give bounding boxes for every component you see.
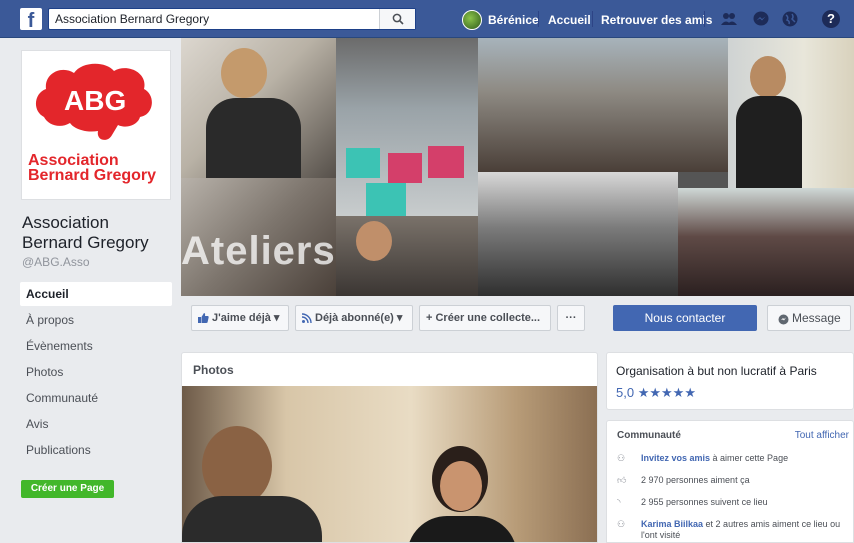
page-title[interactable]: Association Bernard Gregory bbox=[22, 213, 172, 253]
community-likes-row: 👍︎ 2 970 personnes aiment ça bbox=[617, 475, 853, 486]
page-info-card: Organisation à but non lucratif à Paris … bbox=[606, 352, 854, 410]
abg-logo: ABG Association Bernard Gregory bbox=[26, 55, 166, 195]
help-icon[interactable]: ? bbox=[822, 10, 840, 28]
people-icon: ⚇ bbox=[617, 519, 626, 529]
cover-person-figure bbox=[736, 96, 802, 188]
cover-tile-speaker bbox=[181, 38, 336, 178]
like-button[interactable]: J'aime déjà ▾ bbox=[191, 305, 289, 331]
avatar bbox=[462, 10, 482, 30]
cover-tile-woman bbox=[336, 216, 478, 296]
photo-person-man bbox=[202, 426, 272, 506]
follow-button-label: Déjà abonné(e) bbox=[315, 312, 394, 324]
cover-tile-lounge bbox=[336, 38, 478, 216]
community-title: Communauté bbox=[617, 430, 681, 441]
search-box bbox=[48, 8, 416, 30]
cover-person-figure bbox=[206, 98, 301, 178]
abg-wordmark-line-2: Bernard Gregory bbox=[28, 167, 157, 184]
photo-person-woman-face bbox=[440, 461, 482, 511]
sidebar-item-events[interactable]: Évènements bbox=[20, 334, 172, 358]
message-bubble-icon bbox=[778, 314, 789, 325]
search-input[interactable] bbox=[55, 11, 375, 27]
invite-rest-text: à aimer cette Page bbox=[710, 453, 789, 463]
notifications-globe-icon[interactable] bbox=[781, 10, 799, 28]
cover-tile-conference-room bbox=[478, 38, 728, 172]
cover-overlay-text: Ateliers bbox=[181, 229, 336, 273]
sidebar-item-home[interactable]: Accueil bbox=[20, 282, 172, 306]
top-navigation-bar: f Bérénice Accueil Retrouver des amis ? bbox=[0, 0, 854, 38]
page-profile-picture[interactable]: ABG Association Bernard Gregory bbox=[21, 50, 171, 200]
page-category[interactable]: Organisation à but non lucratif à Paris bbox=[616, 364, 817, 378]
community-card: Communauté Tout afficher ⚇ Invitez vos a… bbox=[606, 420, 854, 543]
friends-like-text: Karima Biilkaa et 2 autres amis aiment c… bbox=[641, 519, 853, 541]
abg-wordmark-line-1: Association bbox=[28, 152, 119, 169]
message-button-label: Message bbox=[792, 311, 841, 325]
find-friends-link[interactable]: Retrouver des amis bbox=[601, 13, 712, 27]
cover-seat bbox=[366, 183, 406, 216]
cover-seat bbox=[388, 153, 422, 183]
sidebar-item-posts[interactable]: Publications bbox=[20, 438, 172, 462]
follow-button[interactable]: Déjà abonné(e) ▾ bbox=[295, 305, 413, 331]
home-link[interactable]: Accueil bbox=[548, 13, 591, 27]
photo-person-woman-body bbox=[407, 516, 517, 542]
cover-person-figure bbox=[356, 221, 392, 261]
message-button[interactable]: Message bbox=[767, 305, 851, 331]
cover-photo-collage[interactable]: Ateliers bbox=[181, 38, 854, 296]
photo-person-man-body bbox=[182, 496, 322, 542]
contact-us-button[interactable]: Nous contacter bbox=[613, 305, 757, 331]
friend-name-link[interactable]: Karima Biilkaa bbox=[641, 519, 703, 529]
create-fundraiser-button[interactable]: + Créer une collecte... bbox=[419, 305, 551, 331]
nav-divider bbox=[538, 11, 539, 27]
cover-seat bbox=[428, 146, 464, 178]
rss-follow-icon bbox=[302, 313, 312, 324]
facebook-logo-icon[interactable]: f bbox=[20, 8, 42, 32]
invite-friends-link[interactable]: Invitez vos amis bbox=[641, 453, 710, 463]
search-icon bbox=[392, 13, 404, 25]
cover-person-figure bbox=[221, 48, 267, 98]
community-follows-row: ◝ 2 955 personnes suivent ce lieu bbox=[617, 497, 853, 508]
photos-card: Photos bbox=[181, 352, 598, 543]
sidebar-item-reviews[interactable]: Avis bbox=[20, 412, 172, 436]
photo-thumbnail[interactable] bbox=[182, 386, 597, 542]
cover-tile-presenter bbox=[728, 38, 854, 188]
user-name: Bérénice bbox=[488, 13, 539, 27]
sidebar-item-about[interactable]: À propos bbox=[20, 308, 172, 332]
see-all-link[interactable]: Tout afficher bbox=[795, 430, 849, 441]
cover-person-figure bbox=[750, 56, 786, 98]
page-action-bar: J'aime déjà ▾ Déjà abonné(e) ▾ + Créer u… bbox=[181, 305, 854, 335]
thumbs-up-icon: 👍︎ bbox=[617, 475, 627, 485]
nav-divider bbox=[704, 11, 705, 27]
community-friends-row: ⚇ Karima Biilkaa et 2 autres amis aiment… bbox=[617, 519, 853, 541]
search-button[interactable] bbox=[379, 9, 415, 29]
likes-count-text: 2 970 personnes aiment ça bbox=[641, 475, 750, 485]
create-page-button[interactable]: Créer une Page bbox=[21, 480, 114, 498]
community-invite-text: Invitez vos amis à aimer cette Page bbox=[641, 453, 788, 464]
cover-tile-audience bbox=[478, 172, 678, 296]
sidebar-item-photos[interactable]: Photos bbox=[20, 360, 172, 384]
cover-tile-group-photo bbox=[678, 188, 854, 296]
more-options-button[interactable]: ··· bbox=[557, 305, 585, 331]
rss-follow-icon: ◝ bbox=[617, 497, 621, 507]
people-icon: ⚇ bbox=[617, 453, 626, 463]
thumbs-up-icon bbox=[198, 313, 209, 324]
community-invite-row: ⚇ Invitez vos amis à aimer cette Page bbox=[617, 453, 853, 464]
rating-value: 5,0 bbox=[616, 385, 635, 400]
page-rating[interactable]: 5,0 ★★★★★ bbox=[616, 385, 696, 401]
nav-divider bbox=[592, 11, 593, 27]
sidebar-item-community[interactable]: Communauté bbox=[20, 386, 172, 410]
cover-seat bbox=[346, 148, 380, 178]
like-button-label: J'aime déjà bbox=[212, 312, 271, 324]
follows-count-text: 2 955 personnes suivent ce lieu bbox=[641, 497, 768, 507]
friend-requests-icon[interactable] bbox=[720, 10, 738, 28]
abg-logo-text: ABG bbox=[64, 85, 127, 116]
photos-card-title[interactable]: Photos bbox=[193, 363, 234, 377]
messenger-icon[interactable] bbox=[752, 10, 770, 28]
rating-stars-icon: ★★★★★ bbox=[637, 385, 696, 400]
profile-link[interactable]: Bérénice bbox=[462, 10, 539, 30]
page-handle[interactable]: @ABG.Asso bbox=[22, 255, 90, 269]
abg-wordmark: Association Bernard Gregory bbox=[28, 152, 157, 184]
